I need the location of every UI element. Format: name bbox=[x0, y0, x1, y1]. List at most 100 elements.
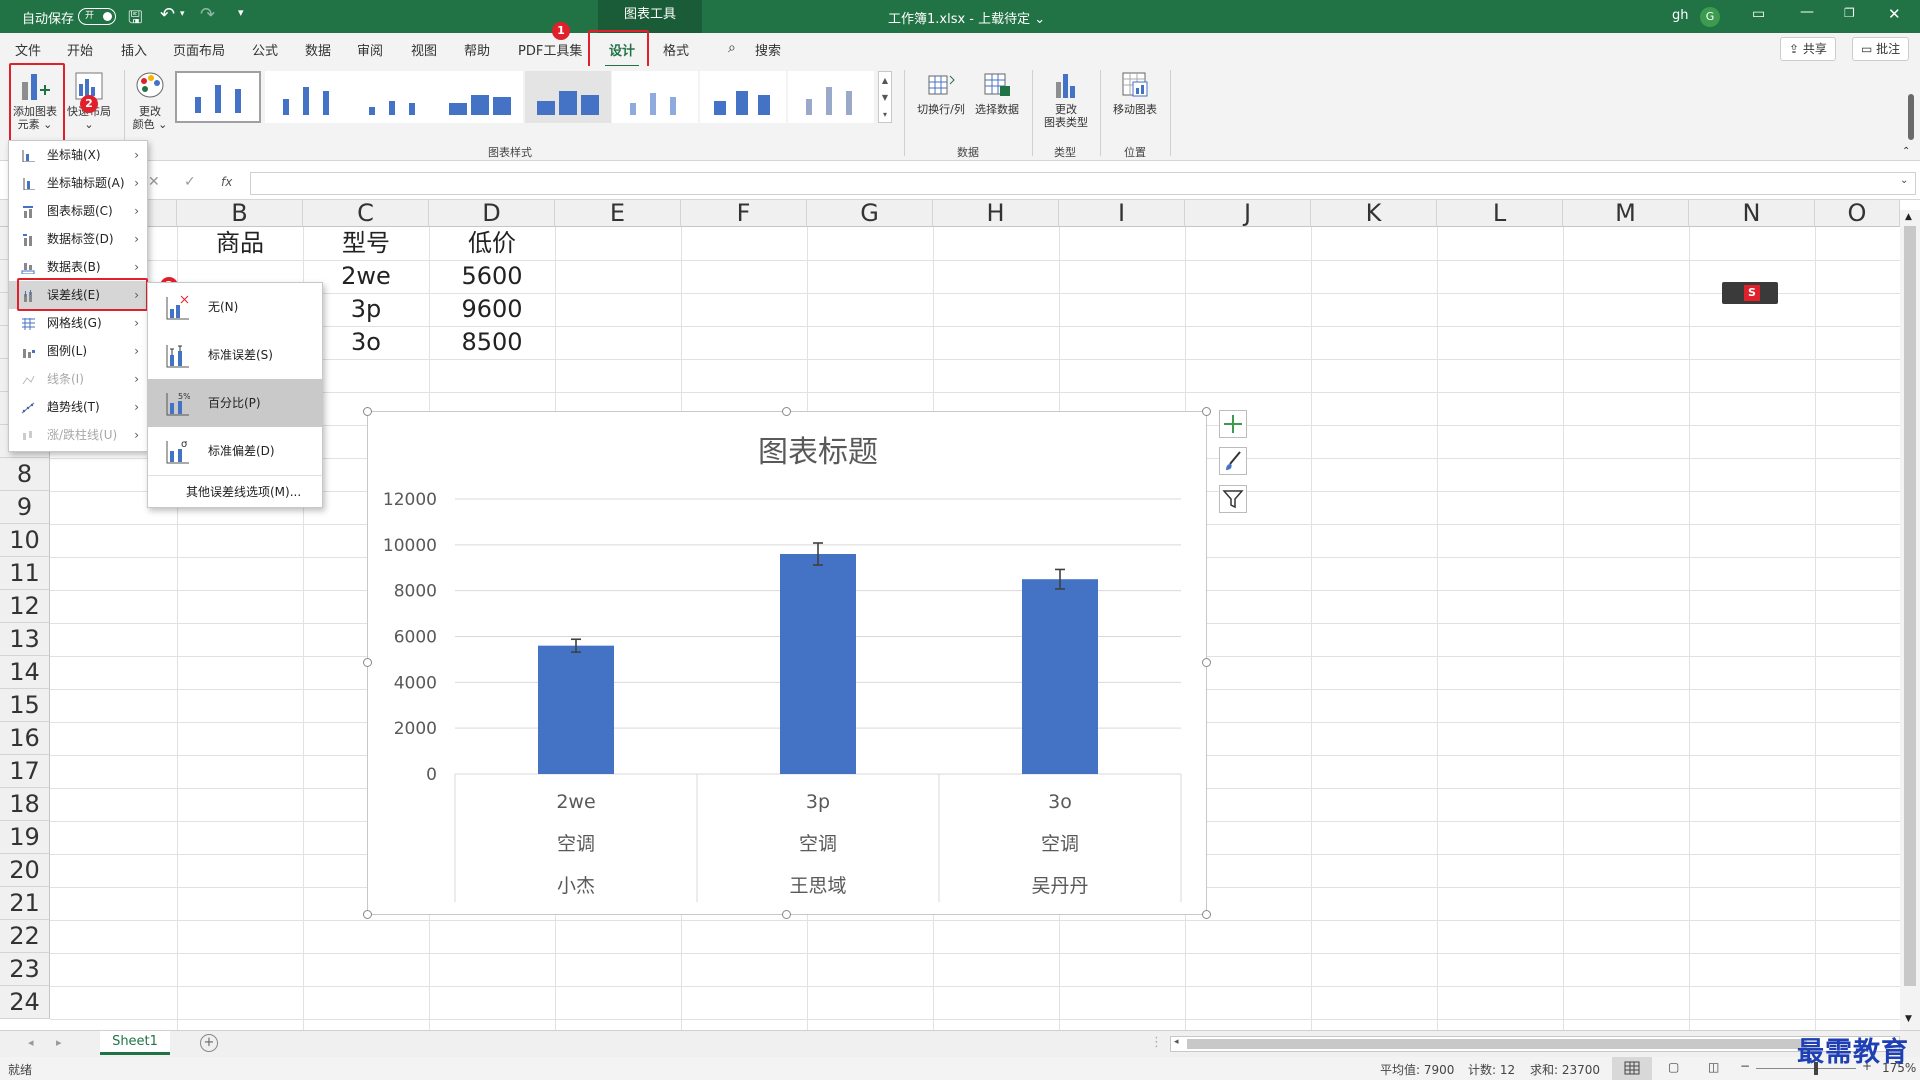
horizontal-scrollbar[interactable]: ◂ bbox=[1170, 1036, 1900, 1052]
row-header[interactable]: 19 bbox=[0, 821, 50, 854]
tab-format[interactable]: 格式 bbox=[663, 40, 689, 59]
column-header[interactable]: B bbox=[177, 200, 303, 227]
resize-handle[interactable] bbox=[363, 658, 372, 667]
move-chart-button[interactable]: 移动图表 bbox=[1106, 70, 1164, 130]
sheet-tab[interactable]: Sheet1 bbox=[100, 1031, 170, 1055]
tab-home[interactable]: 开始 bbox=[67, 40, 93, 59]
chart-style-3[interactable] bbox=[351, 71, 437, 123]
row-header[interactable]: 22 bbox=[0, 920, 50, 953]
row-header[interactable]: 21 bbox=[0, 887, 50, 920]
minimize-icon[interactable]: — bbox=[1800, 4, 1814, 20]
column-header[interactable]: L bbox=[1437, 200, 1563, 227]
cell-price[interactable]: 9600 bbox=[429, 293, 555, 326]
next-sheet-icon[interactable]: ▸ bbox=[56, 1036, 62, 1049]
search-box[interactable]: 搜索 bbox=[755, 40, 781, 59]
menu-item-data-table[interactable]: 数据表(B) › bbox=[9, 253, 147, 281]
undo-icon[interactable]: ↶ bbox=[160, 4, 175, 25]
tab-formulas[interactable]: 公式 bbox=[252, 40, 278, 59]
autosave-toggle[interactable]: 开 bbox=[78, 8, 116, 25]
column-header[interactable]: D bbox=[429, 200, 555, 227]
error-bars-percentage[interactable]: 5% 百分比(P) bbox=[148, 379, 322, 427]
tab-insert[interactable]: 插入 bbox=[121, 40, 147, 59]
restore-icon[interactable]: ❐ bbox=[1844, 6, 1855, 20]
resize-handle[interactable] bbox=[363, 407, 372, 416]
redo-icon[interactable]: ↷ bbox=[200, 4, 215, 25]
more-error-bar-options[interactable]: 其他误差线选项(M)... bbox=[148, 475, 322, 507]
chart-style-6[interactable] bbox=[612, 71, 698, 123]
column-header[interactable]: K bbox=[1311, 200, 1437, 227]
chart-style-8[interactable] bbox=[788, 71, 874, 123]
ime-toolbar[interactable]: S bbox=[1722, 282, 1778, 304]
cell-header-product[interactable]: 商品 bbox=[177, 227, 303, 260]
collapse-ribbon-icon[interactable]: ⌃ bbox=[1902, 146, 1910, 157]
cell-price[interactable]: 5600 bbox=[429, 260, 555, 293]
column-header[interactable]: E bbox=[555, 200, 681, 227]
close-icon[interactable]: ✕ bbox=[1888, 5, 1901, 23]
tab-file[interactable]: 文件 bbox=[15, 40, 41, 59]
column-header[interactable]: C bbox=[303, 200, 429, 227]
row-header[interactable]: 13 bbox=[0, 623, 50, 656]
cell-header-model[interactable]: 型号 bbox=[303, 227, 429, 260]
row-header[interactable]: 14 bbox=[0, 656, 50, 689]
menu-item-legend[interactable]: 图例(L) › bbox=[9, 337, 147, 365]
column-header[interactable]: N bbox=[1689, 200, 1815, 227]
save-icon[interactable]: 🖫 bbox=[128, 5, 142, 34]
column-header[interactable]: M bbox=[1563, 200, 1689, 227]
tab-pdf-tools[interactable]: PDF工具集 bbox=[518, 40, 582, 59]
zoom-out-icon[interactable]: − bbox=[1740, 1059, 1750, 1073]
row-header[interactable]: 10 bbox=[0, 524, 50, 557]
chart-filters-button[interactable] bbox=[1219, 485, 1247, 513]
resize-handle[interactable] bbox=[1202, 407, 1211, 416]
column-header[interactable]: F bbox=[681, 200, 807, 227]
chart-style-2[interactable] bbox=[265, 71, 351, 123]
row-header[interactable]: 17 bbox=[0, 755, 50, 788]
menu-item-axis-titles[interactable]: 坐标轴标题(A) › bbox=[9, 169, 147, 197]
ribbon-display-icon[interactable]: ▭ bbox=[1752, 6, 1765, 22]
vertical-scrollbar[interactable]: ▲ ▼ bbox=[1900, 210, 1920, 1030]
row-header[interactable]: 11 bbox=[0, 557, 50, 590]
prev-sheet-icon[interactable]: ◂ bbox=[28, 1036, 34, 1049]
change-chart-type-button[interactable]: 更改 图表类型 bbox=[1038, 70, 1094, 138]
row-header[interactable]: 20 bbox=[0, 854, 50, 887]
menu-item-data-labels[interactable]: 数据标签(D) › bbox=[9, 225, 147, 253]
comments-button[interactable]: ▭ 批注 bbox=[1852, 37, 1910, 61]
customize-qat-icon[interactable]: ▾ bbox=[238, 6, 244, 19]
scroll-thumb[interactable] bbox=[1904, 226, 1916, 986]
menu-item-chart-title[interactable]: 图表标题(C) › bbox=[9, 197, 147, 225]
resize-handle[interactable] bbox=[1202, 658, 1211, 667]
resize-handle[interactable] bbox=[1202, 910, 1211, 919]
bar-chart[interactable]: 图表标题 0 2000 4000 6000 8000 10000 12000 2we 空调小杰 3p… bbox=[368, 412, 1208, 916]
styles-scroll[interactable]: ▲ ▼ ▾ bbox=[878, 71, 892, 123]
chart-area[interactable]: 图表标题 0 2000 4000 6000 8000 10000 12000 2we 空调 小杰 3p… bbox=[367, 411, 1207, 915]
tab-page-layout[interactable]: 页面布局 bbox=[173, 40, 225, 59]
scroll-up-icon[interactable]: ▲ bbox=[1905, 212, 1912, 222]
search-icon[interactable]: ⌕ bbox=[728, 40, 736, 56]
tab-help[interactable]: 帮助 bbox=[464, 40, 490, 59]
row-header[interactable]: 18 bbox=[0, 788, 50, 821]
select-data-button[interactable]: 选择数据 bbox=[970, 70, 1024, 130]
chart-style-1[interactable] bbox=[175, 71, 261, 123]
chart-elements-button[interactable] bbox=[1219, 410, 1247, 438]
tab-data[interactable]: 数据 bbox=[305, 40, 331, 59]
splitter-icon[interactable]: ⋮ bbox=[1150, 1035, 1163, 1050]
tab-view[interactable]: 视图 bbox=[411, 40, 437, 59]
chart-style-5[interactable] bbox=[525, 71, 611, 123]
error-bars-standard-deviation[interactable]: σ 标准偏差(D) bbox=[148, 427, 322, 475]
row-header[interactable]: 9 bbox=[0, 491, 50, 524]
resize-handle[interactable] bbox=[363, 910, 372, 919]
switch-row-column-button[interactable]: 切换行/列 bbox=[912, 70, 970, 130]
column-header[interactable]: H bbox=[933, 200, 1059, 227]
user-avatar[interactable]: G bbox=[1700, 7, 1720, 27]
chart-style-4[interactable] bbox=[437, 71, 523, 123]
row-header[interactable]: 12 bbox=[0, 590, 50, 623]
column-header[interactable]: J bbox=[1185, 200, 1311, 227]
tab-review[interactable]: 审阅 bbox=[357, 40, 383, 59]
scroll-left-icon[interactable]: ◂ bbox=[1174, 1037, 1179, 1047]
cancel-icon[interactable]: ✕ bbox=[148, 174, 160, 190]
resize-handle[interactable] bbox=[782, 407, 791, 416]
add-sheet-button[interactable]: + bbox=[200, 1034, 218, 1052]
row-header[interactable]: 23 bbox=[0, 953, 50, 986]
column-header[interactable]: G bbox=[807, 200, 933, 227]
menu-item-axes[interactable]: 坐标轴(X) › bbox=[9, 141, 147, 169]
scroll-down-icon[interactable]: ▼ bbox=[1905, 1014, 1912, 1024]
